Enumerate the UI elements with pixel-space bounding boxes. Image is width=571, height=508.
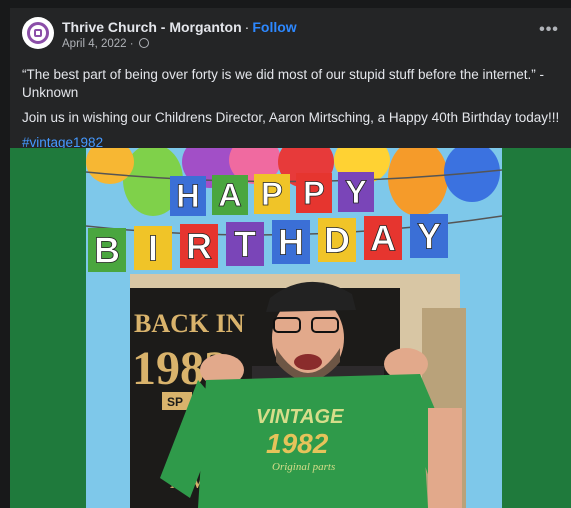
- happy-flag-letter: H: [176, 177, 200, 214]
- happy-flag-letter: P: [303, 174, 325, 211]
- sign-line1: BACK IN: [134, 309, 245, 338]
- page-name-link[interactable]: Thrive Church - Morganton: [62, 19, 242, 35]
- page-title-line: Thrive Church - Morganton · Follow: [62, 19, 297, 35]
- happy-flag-letter: Y: [345, 173, 367, 210]
- shirt-line1: VINTAGE: [256, 406, 344, 428]
- shirt-line2: 1982: [266, 428, 329, 459]
- happy-flag-letter: P: [261, 175, 283, 212]
- birthday-flag-letter: B: [94, 229, 120, 270]
- birthday-flag-letter: D: [324, 219, 350, 260]
- meta-separator: ·: [129, 38, 134, 50]
- more-options-button[interactable]: •••: [537, 20, 561, 44]
- separator-dot: ·: [244, 19, 250, 35]
- globe-icon[interactable]: [138, 38, 149, 48]
- birthday-flag-letter: I: [148, 227, 158, 268]
- page-avatar[interactable]: [22, 17, 54, 49]
- happy-banner: HAPPY: [170, 172, 374, 216]
- church-logo-icon: [27, 22, 49, 44]
- follow-button[interactable]: Follow: [252, 19, 296, 35]
- quote-paragraph: “The best part of being over forty is we…: [22, 67, 545, 100]
- birthday-flag-letter: A: [370, 217, 396, 258]
- post-meta: April 4, 2022 ·: [62, 38, 149, 50]
- birthday-flag-letter: R: [186, 225, 212, 266]
- post-date-link[interactable]: April 4, 2022: [62, 38, 127, 50]
- birthday-flag-letter: H: [278, 221, 304, 262]
- post-body: “The best part of being over forty is we…: [22, 66, 562, 159]
- birthday-paragraph: Join us in wishing our Childrens Directo…: [22, 110, 560, 125]
- shirt-line3: Original parts: [272, 461, 335, 473]
- post-header: Thrive Church - Morganton · Follow April 4…: [10, 8, 571, 58]
- post-card: Thrive Church - Morganton · Follow April 4…: [10, 8, 571, 508]
- happy-flag-letter: A: [218, 176, 242, 213]
- sign-side: SP: [167, 395, 183, 409]
- birthday-flag-letter: Y: [417, 215, 441, 256]
- post-photo[interactable]: HAPPY BIRTHDAY BACK IN 1982 SP NEWS: [10, 148, 571, 508]
- right-arm: [428, 408, 462, 508]
- birthday-image: HAPPY BIRTHDAY BACK IN 1982 SP NEWS: [10, 148, 571, 508]
- open-mouth: [294, 354, 322, 370]
- birthday-flag-letter: T: [234, 223, 256, 264]
